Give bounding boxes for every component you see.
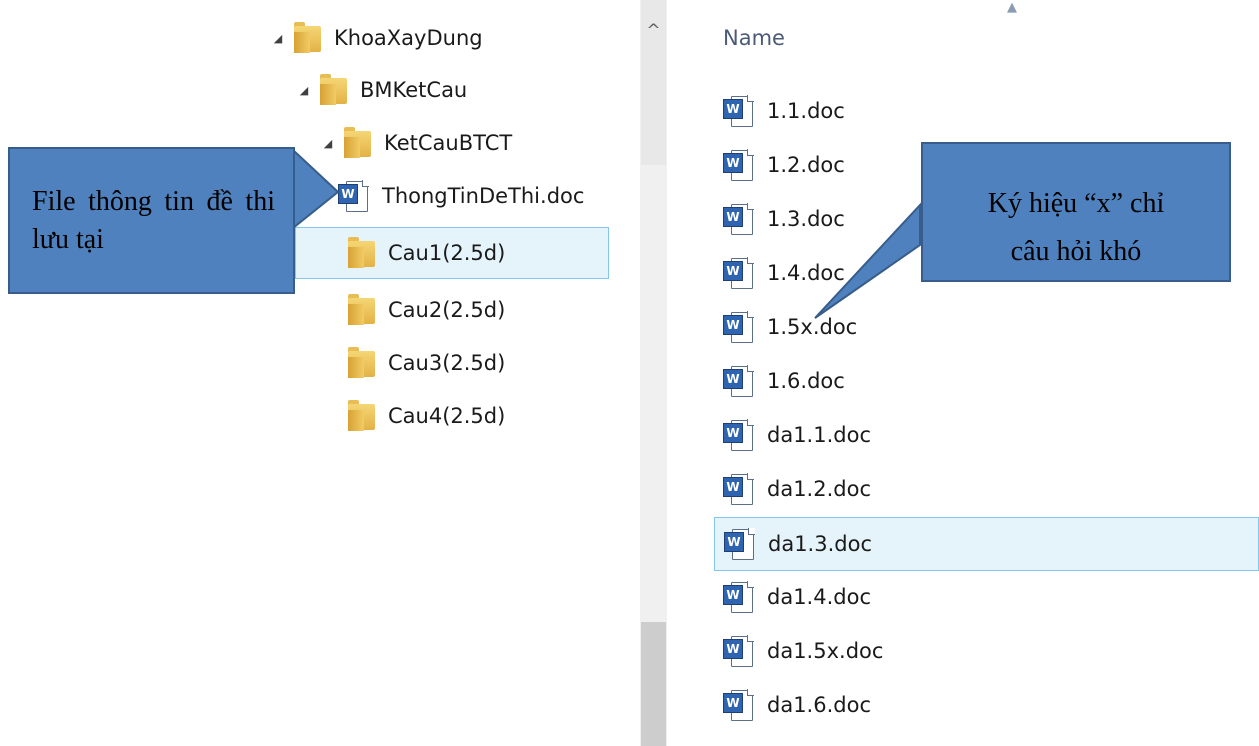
word-doc-icon: W bbox=[723, 473, 754, 505]
file-name: da1.4.doc bbox=[767, 585, 871, 609]
sort-ascending-icon: ▲ bbox=[1007, 0, 1017, 15]
folder-icon bbox=[344, 127, 372, 159]
file-item[interactable]: W 1.3.doc bbox=[723, 197, 845, 241]
word-doc-icon: W bbox=[723, 203, 754, 235]
file-name: 1.5x.doc bbox=[767, 315, 858, 339]
word-doc-icon: W bbox=[723, 635, 754, 667]
word-doc-icon: W bbox=[723, 95, 754, 127]
file-name: da1.6.doc bbox=[767, 693, 871, 717]
file-item[interactable]: W da1.1.doc bbox=[723, 413, 871, 457]
file-item[interactable]: W da1.2.doc bbox=[723, 467, 871, 511]
folder-icon bbox=[348, 347, 376, 379]
file-name: da1.1.doc bbox=[767, 423, 871, 447]
tree-item-cau1[interactable]: Cau1(2.5d) bbox=[295, 227, 609, 279]
word-doc-icon: W bbox=[723, 419, 754, 451]
word-doc-icon: W bbox=[723, 257, 754, 289]
folder-icon bbox=[320, 74, 348, 106]
word-doc-icon: W bbox=[724, 528, 755, 560]
tree-item-label: Cau2(2.5d) bbox=[388, 298, 506, 322]
folder-icon bbox=[348, 400, 376, 432]
file-item[interactable]: W da1.6.doc bbox=[723, 683, 871, 727]
file-name: 1.4.doc bbox=[767, 261, 845, 285]
tree-item-ketcaubtct[interactable]: ◢ KetCauBTCT bbox=[320, 121, 512, 165]
tree-item-label: Cau3(2.5d) bbox=[388, 351, 506, 375]
tree-item-thongtindethi[interactable]: W ThongTinDeThi.doc bbox=[338, 174, 584, 218]
word-doc-icon: W bbox=[723, 311, 754, 343]
word-doc-icon: W bbox=[723, 365, 754, 397]
folder-icon bbox=[294, 22, 322, 54]
scrollbar-thumb[interactable] bbox=[641, 622, 666, 746]
file-item-selected[interactable]: W da1.3.doc bbox=[714, 517, 1259, 571]
file-name: da1.3.doc bbox=[768, 532, 872, 556]
expand-arrow-icon[interactable]: ◢ bbox=[270, 32, 286, 45]
word-doc-icon: W bbox=[723, 581, 754, 613]
tree-item-label: KhoaXayDung bbox=[334, 26, 483, 50]
word-doc-icon: W bbox=[338, 180, 369, 212]
callout-file-location: File thông tin đề thi lưu tại bbox=[8, 147, 295, 294]
tree-item-khoaxaydung[interactable]: ◢ KhoaXayDung bbox=[270, 16, 483, 60]
tree-scrollbar[interactable]: ^ bbox=[640, 0, 667, 746]
file-name: da1.5x.doc bbox=[767, 639, 884, 663]
file-item[interactable]: W 1.1.doc bbox=[723, 89, 845, 133]
callout-left-text: File thông tin đề thi lưu tại bbox=[32, 186, 275, 255]
word-doc-icon: W bbox=[723, 149, 754, 181]
tree-item-bmketcau[interactable]: ◢ BMKetCau bbox=[296, 68, 467, 112]
expand-arrow-icon[interactable]: ◢ bbox=[296, 84, 312, 97]
tree-item-label: BMKetCau bbox=[360, 78, 468, 102]
file-item[interactable]: W 1.2.doc bbox=[723, 143, 845, 187]
callout-right-line1: Ký hiệu “x” chỉ bbox=[987, 188, 1165, 219]
callout-right-line2: câu hỏi khó bbox=[1010, 236, 1142, 267]
tree-item-cau4[interactable]: Cau4(2.5d) bbox=[348, 394, 505, 438]
file-item[interactable]: W 1.4.doc bbox=[723, 251, 845, 295]
file-name: 1.3.doc bbox=[767, 207, 845, 231]
folder-tree-pane: ◢ KhoaXayDung ◢ BMKetCau ◢ KetCauBTCT W … bbox=[0, 0, 640, 746]
tree-item-label: KetCauBTCT bbox=[384, 131, 513, 155]
file-name: 1.2.doc bbox=[767, 153, 845, 177]
folder-icon bbox=[348, 237, 376, 269]
tree-item-cau3[interactable]: Cau3(2.5d) bbox=[348, 341, 505, 385]
scroll-up-icon[interactable]: ^ bbox=[640, 18, 667, 44]
file-item[interactable]: W 1.5x.doc bbox=[723, 305, 857, 349]
word-doc-icon: W bbox=[723, 689, 754, 721]
folder-icon bbox=[348, 294, 376, 326]
file-name: da1.2.doc bbox=[767, 477, 871, 501]
file-item[interactable]: W 1.6.doc bbox=[723, 359, 845, 403]
name-column-header[interactable]: Name bbox=[723, 26, 785, 50]
tree-item-label: Cau1(2.5d) bbox=[388, 241, 506, 265]
tree-item-label: Cau4(2.5d) bbox=[388, 404, 506, 428]
file-name: 1.1.doc bbox=[767, 99, 845, 123]
callout-hard-question: Ký hiệu “x” chỉ câu hỏi khó bbox=[921, 142, 1231, 282]
tree-item-cau2[interactable]: Cau2(2.5d) bbox=[348, 288, 505, 332]
file-item[interactable]: W da1.5x.doc bbox=[723, 629, 883, 673]
expand-arrow-icon[interactable]: ◢ bbox=[320, 137, 336, 150]
tree-item-label: ThongTinDeThi.doc bbox=[382, 184, 585, 208]
file-item[interactable]: W da1.4.doc bbox=[723, 575, 871, 619]
file-name: 1.6.doc bbox=[767, 369, 845, 393]
